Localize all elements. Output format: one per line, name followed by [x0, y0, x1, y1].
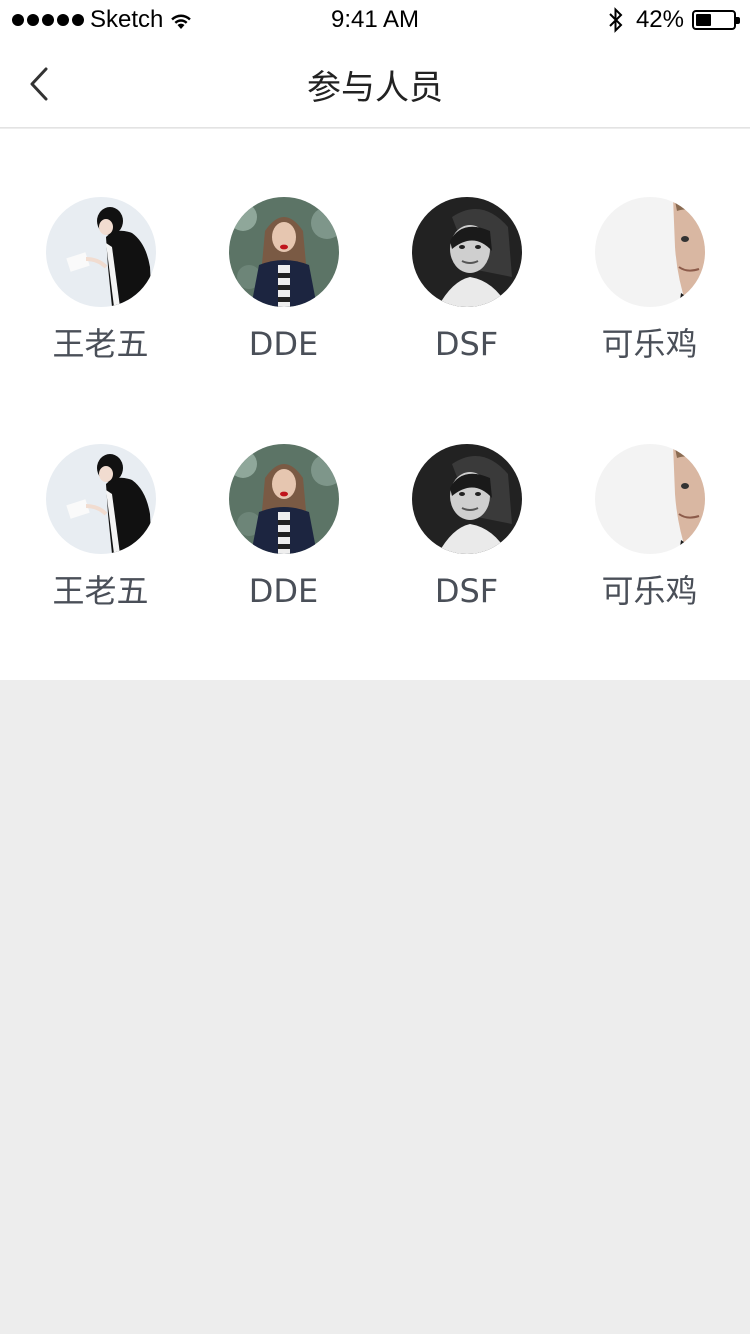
page-title: 参与人员: [307, 67, 443, 108]
status-right: 42%: [608, 6, 740, 34]
avatar-man-half-face[interactable]: [594, 444, 705, 554]
participants-grid: 王老五 DDE DSF 可乐鸡 王老五 DDE DSF 可乐鸡: [0, 197, 750, 610]
member-item[interactable]: 王老五: [9, 197, 192, 363]
avatar-man-half-face[interactable]: [594, 197, 705, 307]
chevron-left-icon: [30, 67, 48, 101]
member-name: 王老五: [52, 325, 149, 363]
member-name: DSF: [434, 325, 499, 363]
member-item[interactable]: DDE: [192, 197, 375, 363]
member-name: 可乐鸡: [601, 572, 698, 610]
member-item[interactable]: 可乐鸡: [558, 197, 741, 363]
member-name: 王老五: [52, 572, 149, 610]
avatar-illustrated-boy[interactable]: [45, 197, 156, 307]
member-item[interactable]: DSF: [375, 444, 558, 610]
member-item[interactable]: 王老五: [9, 444, 192, 610]
battery-level-fill: [696, 14, 711, 26]
nav-bar: 参与人员: [0, 40, 750, 128]
member-item[interactable]: 可乐鸡: [558, 444, 741, 610]
member-name: DDE: [248, 572, 319, 610]
avatar-illustrated-boy[interactable]: [45, 444, 156, 554]
back-button[interactable]: [14, 58, 64, 110]
avatar-woman-bw[interactable]: [411, 444, 522, 554]
avatar-woman-red-lips[interactable]: [228, 444, 339, 554]
avatar-woman-red-lips[interactable]: [228, 197, 339, 307]
battery-icon: [692, 10, 740, 30]
screen: Sketch 9:41 AM 42% 参与人员 王老五 DDE DSF 可乐鸡 …: [0, 0, 750, 1334]
status-bar: Sketch 9:41 AM 42%: [0, 0, 750, 40]
bluetooth-icon: [609, 7, 623, 33]
member-name: DSF: [434, 572, 499, 610]
member-name: DDE: [248, 325, 319, 363]
avatar-woman-bw[interactable]: [411, 197, 522, 307]
battery-percent: 42%: [635, 6, 684, 33]
member-item[interactable]: DSF: [375, 197, 558, 363]
member-name: 可乐鸡: [601, 325, 698, 363]
member-item[interactable]: DDE: [192, 444, 375, 610]
participants-panel: 王老五 DDE DSF 可乐鸡 王老五 DDE DSF 可乐鸡: [0, 129, 750, 680]
